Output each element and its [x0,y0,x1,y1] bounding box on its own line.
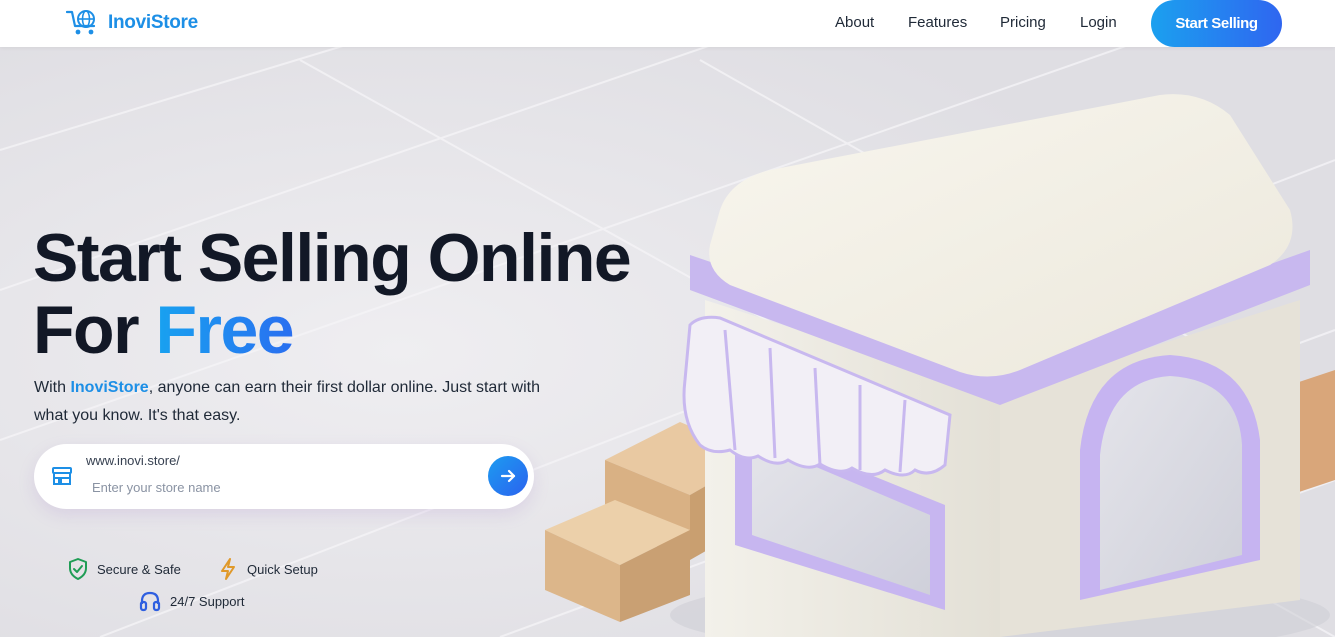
arrow-right-icon [500,469,516,483]
store-url-prefix: www.inovi.store/ [86,453,180,468]
hero-subtitle-prefix: With [34,379,71,396]
feature-setup-label: Quick Setup [247,561,318,577]
headset-icon [139,591,161,612]
brand-name: InoviStore [108,12,198,33]
shield-check-icon [69,558,87,580]
feature-support-label: 24/7 Support [170,593,245,609]
nav-login[interactable]: Login [1080,14,1117,31]
storefront-icon [52,467,72,485]
top-navbar: InoviStore About Features Pricing Login … [0,0,1335,47]
cart-globe-icon [66,10,96,35]
feature-secure: Secure & Safe [67,557,181,581]
store-name-form: www.inovi.store/ [34,444,534,509]
store-name-input[interactable] [92,477,472,497]
hero-title-accent: Free [155,292,294,368]
submit-store-name-button[interactable] [488,456,528,496]
feature-setup: Quick Setup [217,557,318,581]
hero-title-line1: Start Selling Online [33,220,632,296]
hero-title-line2-prefix: For [33,292,156,368]
feature-support: 24/7 Support [138,589,244,613]
hero-subtitle-brand: InoviStore [70,379,149,396]
nav-pricing[interactable]: Pricing [1000,14,1046,31]
hero-title: Start Selling Online For Free [33,220,632,368]
nav-features[interactable]: Features [908,14,967,31]
lightning-bolt-icon [221,558,235,580]
feature-secure-label: Secure & Safe [97,561,181,577]
nav-about[interactable]: About [835,14,874,31]
hero-subtitle: With InoviStore, anyone can earn their f… [34,374,554,430]
start-selling-button[interactable]: Start Selling [1151,0,1282,47]
brand-logo[interactable]: InoviStore [66,9,198,37]
